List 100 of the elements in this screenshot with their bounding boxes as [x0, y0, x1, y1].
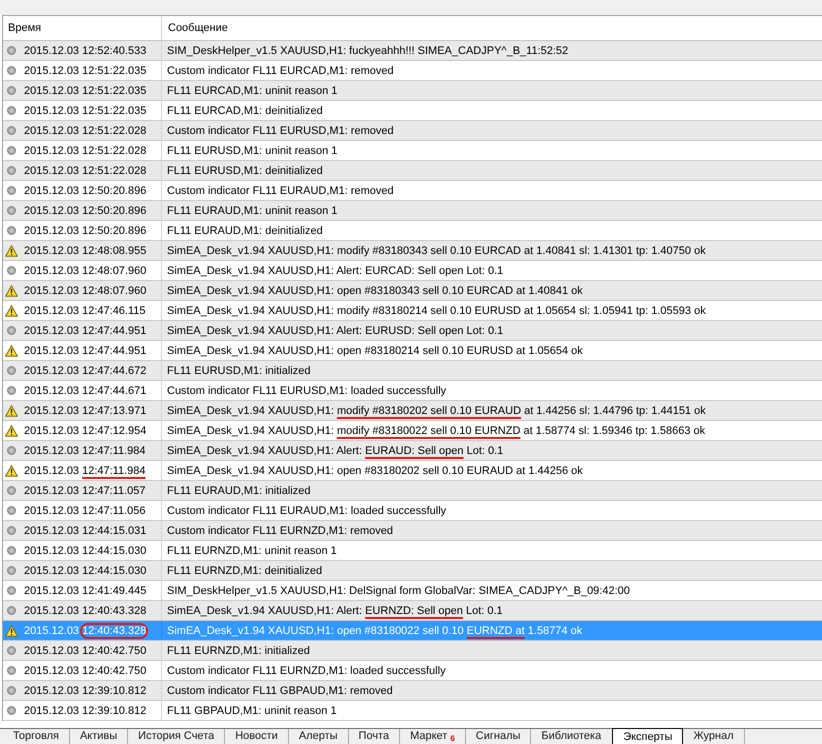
- circle-icon: [7, 166, 16, 175]
- circle-icon: [7, 326, 16, 335]
- circle-icon: [7, 366, 16, 375]
- tab[interactable]: Торговля: [3, 729, 70, 744]
- log-row[interactable]: 2015.12.03 12:48:08.955 SimEA_Desk_v1.94 XAUUSD,H1: modify #83180343 sell 0.10 EURCAD at 1.40841 sl: 1.41301 tp: 1.40750 ok: [3, 241, 822, 261]
- log-row[interactable]: 2015.12.03 12:47:11.984 SimEA_Desk_v1.94 XAUUSD,H1: Alert: EURAUD: Sell open Lot: 0.1: [3, 441, 822, 461]
- log-row[interactable]: 2015.12.03 12:47:12.954 SimEA_Desk_v1.94 XAUUSD,H1: modify #83180022 sell 0.10 EURNZD at 1.58774 sl: 1.59346 tp: 1.58663 ok: [3, 421, 822, 441]
- log-row[interactable]: 2015.12.03 12:47:11.057 FL11 EURAUD,M1: initialized: [3, 481, 822, 501]
- log-row[interactable]: 2015.12.03 12:44:15.031 Custom indicator FL11 EURNZD,M1: removed: [3, 521, 822, 541]
- message-text: SimEA_Desk_v1.94 XAUUSD,H1: Alert: EURCAD: Sell open Lot: 0.1: [167, 264, 504, 276]
- log-row[interactable]: 2015.12.03 12:50:20.896 Custom indicator FL11 EURAUD,M1: removed: [3, 181, 822, 201]
- log-row[interactable]: 2015.12.03 12:47:44.671 Custom indicator FL11 EURUSD,M1: loaded successfully: [3, 381, 822, 401]
- circle-icon: [7, 386, 16, 395]
- log-row[interactable]: 2015.12.03 12:40:42.750 Custom indicator FL11 EURNZD,M1: loaded successfully: [3, 661, 822, 681]
- message-text: Custom indicator FL11 EURUSD,M1: loaded successfully: [167, 384, 446, 396]
- log-row[interactable]: 2015.12.03 12:48:07.960 SimEA_Desk_v1.94 XAUUSD,H1: open #83180343 sell 0.10 EURCAD at 1.40841 ok: [3, 281, 822, 301]
- log-row[interactable]: 2015.12.03 12:39:10.812 Custom indicator FL11 GBPAUD,M1: removed: [3, 681, 822, 701]
- message-text: SimEA_Desk_v1.94 XAUUSD,H1: modify #83180343 sell 0.10 EURCAD at 1.40841 sl: 1.41301 tp: 1.40750 ok: [167, 244, 706, 256]
- message-text: SimEA_Desk_v1.94 XAUUSD,H1: Alert: EURAUD: Sell open Lot: 0.1: [167, 444, 504, 456]
- circle-icon: [7, 186, 16, 195]
- count-text: 6: [450, 734, 455, 743]
- timestamp-text: 2015.12.03 12:47:11.984: [24, 464, 146, 476]
- circle-icon: [7, 126, 16, 135]
- timestamp-text: 2015.12.03 12:51:22.028: [24, 144, 146, 156]
- log-row[interactable]: 2015.12.03 12:39:10.812 FL11 GBPAUD,M1: uninit reason 1: [3, 701, 822, 721]
- circle-icon: [7, 226, 16, 235]
- warning-icon: [5, 284, 18, 296]
- message-text: SimEA_Desk_v1.94 XAUUSD,H1: open #83180343 sell 0.10 EURCAD at 1.40841 ok: [167, 284, 583, 296]
- tab[interactable]: Сигналы: [466, 729, 532, 744]
- message-text: FL11 EURCAD,M1: uninit reason 1: [167, 84, 338, 96]
- log-row[interactable]: 2015.12.03 12:47:44.951 SimEA_Desk_v1.94 XAUUSD,H1: Alert: EURUSD: Sell open Lot: 0.1: [3, 321, 822, 341]
- tab[interactable]: Журнал: [683, 729, 745, 744]
- message-text: Custom indicator FL11 EURNZD,M1: removed: [167, 524, 393, 536]
- log-row[interactable]: 2015.12.03 12:41:49.445 SIM_DeskHelper_v1.5 XAUUSD,H1: DelSignal form GlobalVar: SIMEA_CADJPY^_B_09:42:00: [3, 581, 822, 601]
- log-row[interactable]: 2015.12.03 12:51:22.028 FL11 EURUSD,M1: uninit reason 1: [3, 141, 822, 161]
- tab[interactable]: Маркет $_{6}$: [400, 729, 466, 744]
- message-text: SimEA_Desk_v1.94 XAUUSD,H1: open #83180202 sell 0.10 EURAUD at 1.44256 ok: [167, 464, 583, 476]
- circle-icon: [7, 106, 16, 115]
- log-row[interactable]: 2015.12.03 12:50:20.896 FL11 EURAUD,M1: uninit reason 1: [3, 201, 822, 221]
- warning-icon: [5, 404, 18, 416]
- timestamp-text: 2015.12.03 12:40:43.328: [24, 604, 146, 616]
- log-row[interactable]: 2015.12.03 12:51:22.035 FL11 EURCAD,M1: deinitialized: [3, 101, 822, 121]
- circle-icon: [7, 486, 16, 495]
- circle-icon: [7, 266, 16, 275]
- log-row[interactable]: 2015.12.03 12:47:13.971 SimEA_Desk_v1.94 XAUUSD,H1: modify #83180202 sell 0.10 EURAUD at 1.44256 sl: 1.44796 tp: 1.44151 ok: [3, 401, 822, 421]
- timestamp-text: 2015.12.03 12:47:44.951: [24, 344, 146, 356]
- tab[interactable]: Почта: [348, 729, 400, 744]
- log-row[interactable]: 2015.12.03 12:44:15.030 FL11 EURNZD,M1: uninit reason 1: [3, 541, 822, 561]
- log-row[interactable]: 2015.12.03 12:47:44.951 SimEA_Desk_v1.94 XAUUSD,H1: open #83180214 sell 0.10 EURUSD at 1.05654 ok: [3, 341, 822, 361]
- timestamp-text: 2015.12.03 12:47:11.056: [24, 504, 146, 516]
- circle-icon: [7, 646, 16, 655]
- timestamp-text: 2015.12.03 12:44:15.030: [24, 564, 146, 576]
- log-row[interactable]: 2015.12.03 12:47:46.115 SimEA_Desk_v1.94 XAUUSD,H1: modify #83180214 sell 0.10 EURUSD at 1.05654 sl: 1.05941 tp: 1.05593 ok: [3, 301, 822, 321]
- message-text: FL11 EURAUD,M1: deinitialized: [167, 224, 323, 236]
- timestamp-text: 2015.12.03 12:47:13.971: [24, 404, 146, 416]
- tab[interactable]: Эксперты: [612, 728, 684, 744]
- circle-icon: [7, 566, 16, 575]
- message-text: Custom indicator FL11 GBPAUD,M1: removed: [167, 684, 393, 696]
- timestamp-text: 2015.12.03 12:51:22.035: [24, 104, 146, 116]
- circle-icon: [7, 446, 16, 455]
- log-row[interactable]: 2015.12.03 12:47:11.984 SimEA_Desk_v1.94 XAUUSD,H1: open #83180202 sell 0.10 EURAUD at 1.44256 ok: [3, 461, 822, 481]
- timestamp-text: 2015.12.03 12:47:11.984: [24, 444, 146, 456]
- log-row[interactable]: 2015.12.03 12:40:42.750 FL11 EURNZD,M1: initialized: [3, 641, 822, 661]
- circle-icon: [7, 526, 16, 535]
- tab[interactable]: Новости: [225, 729, 289, 744]
- column-header[interactable]: Сообщение: [168, 22, 228, 34]
- message-text: FL11 EURUSD,M1: initialized: [167, 364, 310, 376]
- log-row[interactable]: 2015.12.03 12:51:22.035 FL11 EURCAD,M1: uninit reason 1: [3, 81, 822, 101]
- message-text: SimEA_Desk_v1.94 XAUUSD,H1: modify #83180214 sell 0.10 EURUSD at 1.05654 sl: 1.05941 tp: 1.05593 ok: [167, 304, 706, 316]
- timestamp-text: 2015.12.03 12:50:20.896: [24, 204, 146, 216]
- message-text: Custom indicator FL11 EURCAD,M1: removed: [167, 64, 394, 76]
- log-row[interactable]: 2015.12.03 12:48:07.960 SimEA_Desk_v1.94 XAUUSD,H1: Alert: EURCAD: Sell open Lot: 0.1: [3, 261, 822, 281]
- tab[interactable]: Библиотека: [531, 729, 612, 744]
- message-text: FL11 EURAUD,M1: uninit reason 1: [167, 204, 338, 216]
- tab[interactable]: Активы: [70, 729, 128, 744]
- tab[interactable]: Алерты: [288, 729, 349, 744]
- log-row[interactable]: 2015.12.03 12:47:11.056 Custom indicator FL11 EURAUD,M1: loaded successfully: [3, 501, 822, 521]
- log-row[interactable]: 2015.12.03 12:50:20.896 FL11 EURAUD,M1: deinitialized: [3, 221, 822, 241]
- log-row[interactable]: 2015.12.03 12:44:15.030 FL11 EURNZD,M1: deinitialized: [3, 561, 822, 581]
- circle-icon: [7, 586, 16, 595]
- log-row[interactable]: 2015.12.03 12:51:22.028 Custom indicator FL11 EURUSD,M1: removed: [3, 121, 822, 141]
- tab[interactable]: История Счета: [128, 729, 226, 744]
- message-text: SimEA_Desk_v1.94 XAUUSD,H1: modify #83180202 sell 0.10 EURAUD at 1.44256 sl: 1.44796 tp: 1.44151 ok: [167, 404, 706, 416]
- timestamp-text: 2015.12.03 12:51:22.028: [24, 124, 146, 136]
- timestamp-text: 2015.12.03 12:50:20.896: [24, 184, 146, 196]
- message-text: SimEA_Desk_v1.94 XAUUSD,H1: Alert: EURNZD: Sell open Lot: 0.1: [167, 604, 503, 616]
- circle-icon: [7, 706, 16, 715]
- log-row[interactable]: 2015.12.03 12:51:22.035 Custom indicator FL11 EURCAD,M1: removed: [3, 61, 822, 81]
- timestamp-text: 2015.12.03 12:48:08.955: [24, 244, 146, 256]
- log-row[interactable]: 2015.12.03 12:47:44.672 FL11 EURUSD,M1: initialized: [3, 361, 822, 381]
- column-header[interactable]: Время: [8, 22, 42, 34]
- message-text: SIM_DeskHelper_v1.5 XAUUSD,H1: DelSignal form GlobalVar: SIMEA_CADJPY^_B_09:42:00: [167, 584, 630, 596]
- message-text: FL11 EURUSD,M1: uninit reason 1: [167, 144, 338, 156]
- circle-icon: [7, 146, 16, 155]
- log-row[interactable]: 2015.12.03 12:51:22.028 FL11 EURUSD,M1: deinitialized: [3, 161, 822, 181]
- timestamp-text: 2015.12.03 12:48:07.960: [24, 264, 146, 276]
- circle-icon: [7, 606, 16, 615]
- log-row[interactable]: 2015.12.03 12:40:43.328 SimEA_Desk_v1.94 XAUUSD,H1: Alert: EURNZD: Sell open Lot: 0.1: [3, 601, 822, 621]
- circle-icon: [7, 686, 16, 695]
- log-row[interactable]: 2015.12.03 12:52:40.533 SIM_DeskHelper_v1.5 XAUUSD,H1: fuckyeahhh!!! SIMEA_CADJPY^_B_11:52:52: [3, 41, 822, 61]
